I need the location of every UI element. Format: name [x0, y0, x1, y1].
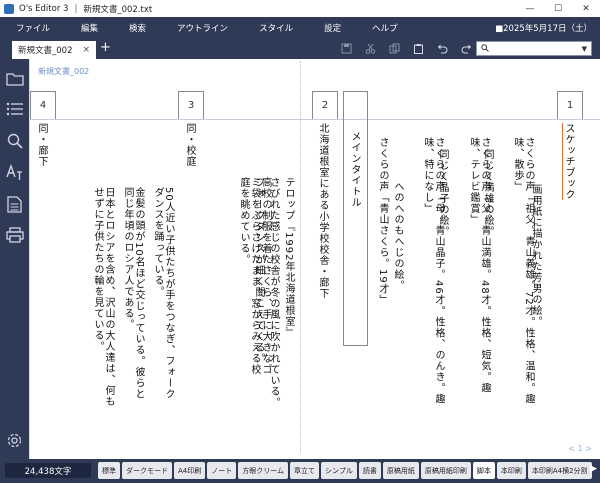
- script-line: テロップ『1992年北海道根室』: [283, 177, 294, 339]
- style-mode-list: 標準 ダークモード A4印刷 ノート 方眼クリーム 章立て シンプル 読書 原稿…: [98, 462, 594, 479]
- mode-chapter[interactable]: 章立て: [290, 462, 320, 479]
- page-number-box: 3: [178, 91, 204, 119]
- print-icon[interactable]: [5, 225, 24, 244]
- save-icon[interactable]: [336, 41, 356, 56]
- script-line: さくらの声「青山さくら。19才」: [377, 137, 388, 306]
- tab-label: 新規文書_002: [18, 46, 73, 56]
- scroll-right-icon[interactable]: ▶: [590, 464, 597, 474]
- editor-area[interactable]: 新規文書_002 1 スケッチブック 画用紙に描かれた芳男の絵。 さくらの声「祖…: [29, 59, 600, 459]
- mode-manuscript-print[interactable]: 原稿用紙印刷: [420, 462, 471, 479]
- tab-bar: 新規文書_002 × + ▼: [0, 38, 600, 59]
- search-icon[interactable]: [5, 131, 24, 150]
- script-line: 日本とロシアを含め、沢山の大人達は、何もせずに子供たちの輪を見ている。: [92, 187, 114, 407]
- scene-heading: スケッチブック: [563, 123, 574, 200]
- tab-close-icon[interactable]: ×: [82, 45, 90, 55]
- char-count: 24,438文字: [5, 463, 91, 478]
- main-title: メインタイトル: [349, 131, 360, 208]
- mode-a4-print[interactable]: A4印刷: [174, 462, 206, 479]
- script-line: さくらの声「母。青山晶子。46才。性格、のんき。趣味、特になし」: [422, 137, 444, 405]
- window-controls: — ☐ ✕: [516, 0, 600, 17]
- font-style-icon[interactable]: [5, 163, 24, 182]
- mode-book-print[interactable]: 本印刷: [496, 462, 526, 479]
- app-title: O's Editor 3: [19, 3, 69, 14]
- search-input[interactable]: [492, 44, 582, 53]
- mode-simple[interactable]: シンプル: [321, 462, 357, 479]
- mode-grid-cream[interactable]: 方眼クリーム: [238, 462, 289, 479]
- document-icon[interactable]: [5, 195, 24, 214]
- undo-icon[interactable]: [432, 41, 452, 56]
- sidebar: [0, 59, 29, 459]
- menu-style[interactable]: スタイル: [243, 22, 293, 34]
- status-bar: 24,438文字 標準 ダークモード A4印刷 ノート 方眼クリーム 章立て シ…: [0, 459, 600, 483]
- title-box: [343, 91, 368, 346]
- script-line: さくらの声「父。青山満雄。48才。性格、短気。趣味、テレビ鑑賞」: [468, 137, 490, 394]
- mode-script[interactable]: 脚本: [472, 462, 495, 479]
- document-file-label: 新規文書_002: [38, 67, 90, 76]
- search-icon: [481, 43, 489, 54]
- close-window-button[interactable]: ✕: [572, 0, 600, 17]
- paste-icon[interactable]: [408, 41, 428, 56]
- mode-manuscript[interactable]: 原稿用紙: [382, 462, 419, 479]
- mode-note[interactable]: ノート: [207, 462, 237, 479]
- page-number-box: 4: [30, 91, 56, 119]
- page-indicator[interactable]: < 1 >: [568, 444, 592, 453]
- folder-icon[interactable]: [5, 69, 24, 88]
- script-line: へのへのもへじの絵。: [392, 181, 403, 291]
- script-line: さくらの声「祖父。青山義雄。72才。性格、温和。趣味、散歩」: [512, 137, 534, 405]
- title-separator: |: [74, 3, 78, 14]
- scene-heading: 北海道根室にある小学校校舎・廊下: [317, 123, 328, 299]
- script-line: 金髪の頭が10名ほど交じっている。彼らと同じ年頃のロシア人である。: [122, 187, 144, 400]
- mode-standard[interactable]: 標準: [98, 462, 120, 479]
- menu-outline[interactable]: アウトライン: [161, 22, 228, 34]
- page-number-box: 2: [312, 91, 338, 119]
- search-box[interactable]: ▼: [476, 41, 592, 56]
- page-number-box: 1: [557, 91, 583, 119]
- file-title: 新規文書_002.txt: [83, 4, 153, 15]
- menu-settings[interactable]: 設定: [308, 22, 341, 34]
- scene-heading: 同・廊下: [36, 123, 47, 167]
- menu-search[interactable]: 検索: [113, 22, 146, 34]
- scene-heading: 同・校庭: [184, 123, 195, 167]
- mode-book-print-a4[interactable]: 本印刷A4横2分割: [527, 462, 592, 479]
- window-titlebar: O's Editor 3 | 新規文書_002.txt — ☐ ✕: [0, 0, 600, 17]
- minimize-button[interactable]: —: [516, 0, 544, 17]
- script-line: 高校の制服を着たさくら、手に大きなゴミ袋をぶらさげたまま、窓からみえる校庭を眺め…: [238, 177, 271, 375]
- copy-icon[interactable]: [384, 41, 404, 56]
- app-logo-icon: [4, 3, 14, 14]
- search-dropdown-icon[interactable]: ▼: [582, 45, 587, 53]
- maximize-button[interactable]: ☐: [544, 0, 572, 17]
- mode-dark[interactable]: ダークモード: [122, 462, 172, 479]
- menu-edit[interactable]: 編集: [65, 22, 98, 34]
- menu-file[interactable]: ファイル: [0, 22, 50, 34]
- date-display: ■2025年5月17日（土）: [495, 23, 592, 34]
- mode-reading[interactable]: 読書: [358, 462, 381, 479]
- script-line: 50人近い子供たちが手をつなぎ、フォークダンスを踊っている。: [152, 187, 174, 400]
- add-tab-button[interactable]: +: [100, 40, 111, 55]
- header-rule: [30, 119, 600, 120]
- menu-bar: ファイル 編集 検索 アウトライン スタイル 設定 ヘルプ ■2025年5月17…: [0, 17, 600, 38]
- menu-help[interactable]: ヘルプ: [356, 22, 398, 34]
- tab-document[interactable]: 新規文書_002 ×: [12, 41, 96, 59]
- settings-gear-icon[interactable]: [5, 431, 24, 450]
- redo-icon[interactable]: [456, 41, 476, 56]
- outline-list-icon[interactable]: [5, 99, 24, 118]
- cut-icon[interactable]: [360, 41, 380, 56]
